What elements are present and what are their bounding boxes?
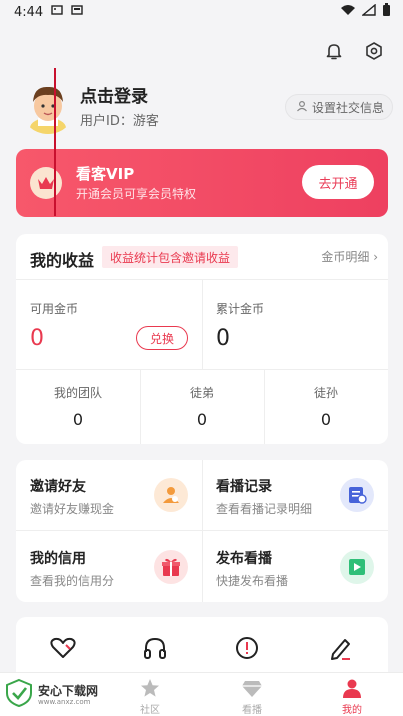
coin-detail-label: 金币明细: [321, 250, 370, 264]
wifi-icon: [340, 4, 356, 20]
functions-card: 邀请好友 邀请好友赚现金 看播记录 查看看播记录明细 我的信用 查看我的信用分 …: [16, 460, 388, 602]
earnings-header: 我的收益 收益统计包含邀请收益 金币明细 ›: [16, 234, 388, 280]
tab-community[interactable]: 社区: [120, 677, 180, 716]
team-stat-label: 徒弟: [189, 386, 214, 400]
social-settings-button[interactable]: 设置社交信息: [284, 94, 393, 120]
diamond-icon: [241, 677, 263, 699]
watermark-title: 安心下载网: [38, 684, 99, 698]
tab-label: 社区: [140, 705, 160, 716]
tab-label: 看播: [242, 705, 262, 716]
watermark-url: www.anxz.com: [38, 698, 91, 706]
crown-icon: [30, 167, 62, 199]
settings-icon[interactable]: [363, 40, 385, 62]
heart-icon[interactable]: [48, 633, 78, 663]
vip-title: 看客VIP: [76, 165, 135, 183]
alert-icon[interactable]: [232, 633, 262, 663]
divider: [202, 280, 203, 369]
user-id-label: 用户ID：游客: [80, 114, 159, 129]
available-coins-value: 0: [30, 326, 44, 351]
team-stat-apprentice[interactable]: 徒弟 0: [140, 370, 264, 444]
function-title: 发布看播: [216, 551, 272, 567]
notification-icon: [51, 4, 63, 20]
social-settings-label: 设置社交信息: [311, 100, 384, 115]
function-title: 看播记录: [216, 479, 272, 495]
bell-icon[interactable]: [323, 40, 345, 62]
screenshot-icon: [71, 4, 83, 20]
publish-icon: [340, 550, 374, 584]
vip-activate-button[interactable]: 去开通: [302, 165, 374, 199]
publish-watch-item[interactable]: 发布看播 快捷发布看播: [202, 532, 388, 602]
function-subtitle: 查看我的信用分: [30, 574, 115, 588]
shield-check-icon: [4, 678, 34, 712]
vip-banner[interactable]: 看客VIP 开通会员可享会员特权 去开通: [16, 149, 388, 217]
tab-watch[interactable]: 看播: [222, 677, 282, 716]
my-credit-item[interactable]: 我的信用 查看我的信用分: [16, 532, 202, 602]
status-bar: 4:44: [0, 0, 403, 24]
tab-label: 我的: [342, 705, 362, 716]
profile-section: 点击登录 用户ID：游客 设置社交信息: [20, 78, 403, 138]
coin-detail-link[interactable]: 金币明细 ›: [321, 248, 378, 265]
gift-icon: [154, 550, 188, 584]
star-icon: [139, 677, 161, 699]
edit-icon[interactable]: [326, 633, 356, 663]
battery-icon: [382, 3, 391, 21]
avatar[interactable]: [20, 78, 76, 134]
record-icon: [340, 478, 374, 512]
login-link[interactable]: 点击登录: [80, 82, 148, 107]
headphones-icon[interactable]: [140, 633, 170, 663]
function-subtitle: 快捷发布看播: [216, 574, 289, 588]
earnings-tag: 收益统计包含邀请收益: [102, 246, 239, 268]
earnings-card: 我的收益 收益统计包含邀请收益 金币明细 › 可用金币 0 兑换 累计金币 0 …: [16, 234, 388, 444]
team-stat-grand-apprentice[interactable]: 徒孙 0: [264, 370, 388, 444]
available-coins-label: 可用金币: [30, 302, 79, 316]
watch-history-item[interactable]: 看播记录 查看看播记录明细: [202, 460, 388, 530]
total-coins-label: 累计金币: [216, 302, 265, 316]
team-stat-value: 0: [72, 410, 84, 429]
tab-mine[interactable]: 我的: [322, 677, 382, 716]
person-icon: [341, 677, 363, 699]
user-outline-icon: [296, 100, 308, 115]
coin-balances: 可用金币 0 兑换 累计金币 0: [16, 280, 388, 370]
team-stats: 我的团队 0 徒弟 0 徒孙 0: [16, 370, 388, 444]
team-stat-my-team[interactable]: 我的团队 0: [16, 370, 140, 444]
team-stat-label: 我的团队: [53, 386, 102, 400]
team-stat-value: 0: [320, 410, 332, 429]
invite-icon: [154, 478, 188, 512]
exchange-button[interactable]: 兑换: [136, 326, 188, 350]
earnings-title: 我的收益: [30, 251, 95, 270]
total-coins-value: 0: [216, 326, 230, 351]
function-title: 邀请好友: [30, 479, 86, 495]
team-stat-label: 徒孙: [313, 386, 338, 400]
status-time: 4:44: [14, 4, 44, 20]
annotation-line: [54, 68, 56, 216]
function-title: 我的信用: [30, 551, 86, 567]
signal-icon: [361, 3, 376, 20]
vip-subtitle: 开通会员可享会员特权: [76, 187, 197, 201]
function-subtitle: 邀请好友赚现金: [30, 502, 115, 516]
team-stat-value: 0: [196, 410, 208, 429]
function-subtitle: 查看看播记录明细: [216, 502, 313, 516]
invite-friends-item[interactable]: 邀请好友 邀请好友赚现金: [16, 460, 202, 530]
watermark-logo: 安心下载网 www.anxz.com: [4, 676, 114, 714]
chevron-right-icon: ›: [373, 250, 378, 264]
top-actions: [323, 40, 385, 62]
